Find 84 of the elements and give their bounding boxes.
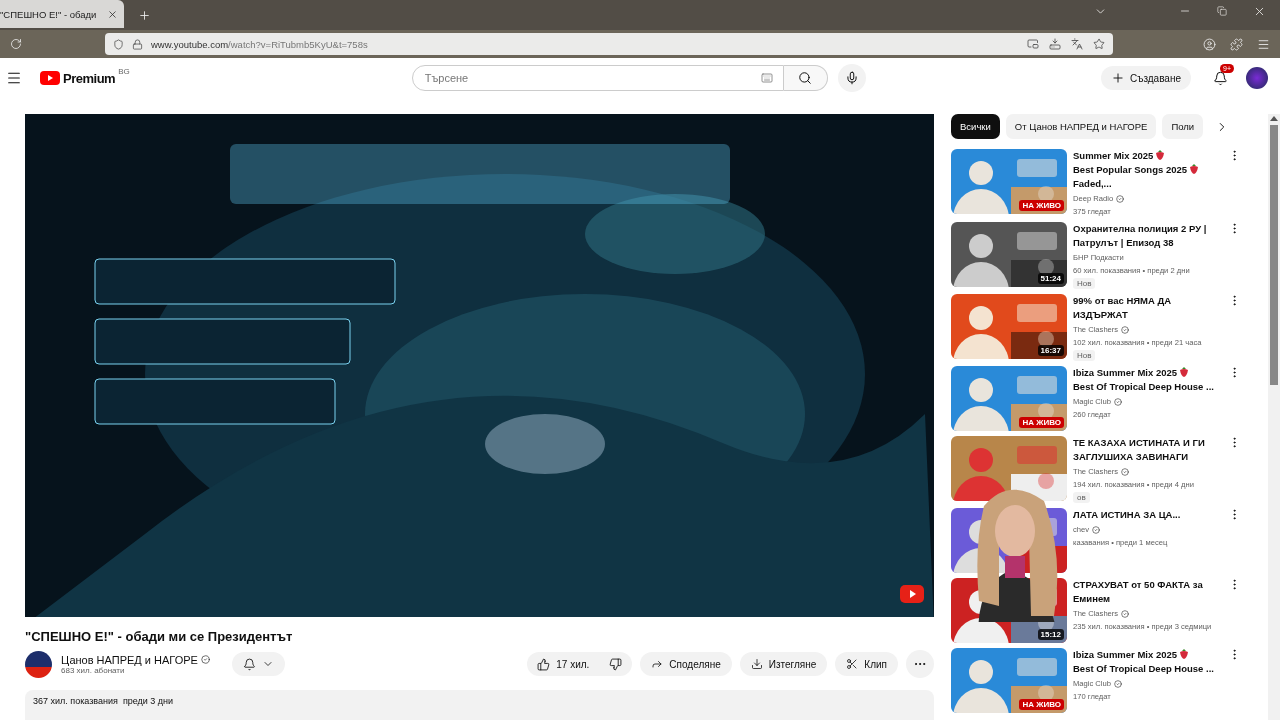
video-title[interactable]: Best Popular Songs 2025 bbox=[1073, 163, 1188, 177]
duration-badge: 51:24 bbox=[1037, 273, 1064, 284]
video-title[interactable]: Best Of Tropical Deep House ... bbox=[1073, 662, 1214, 676]
picture-in-picture-icon[interactable] bbox=[1027, 38, 1039, 50]
filter-chip[interactable]: От Цанов НАПРЕД и НАГОРЕ bbox=[1005, 114, 1157, 139]
download-button[interactable]: Изтегляне bbox=[739, 652, 828, 677]
share-button[interactable]: Споделяне bbox=[640, 652, 732, 677]
video-title[interactable]: ЛАТА ИСТИНА ЗА ЦА... bbox=[1073, 508, 1222, 522]
channel-avatar[interactable] bbox=[25, 650, 52, 678]
live-badge: НА ЖИВО bbox=[1019, 200, 1064, 211]
live-badge: НА ЖИВО bbox=[1019, 417, 1064, 428]
scrollbar[interactable] bbox=[1268, 114, 1280, 720]
shield-icon bbox=[113, 38, 124, 50]
logo-text: Premium bbox=[63, 70, 116, 86]
new-tag: Нов bbox=[1073, 350, 1096, 361]
voice-search-button[interactable] bbox=[837, 64, 866, 92]
scrollbar-thumb[interactable] bbox=[1270, 125, 1278, 385]
download-icon[interactable] bbox=[1049, 38, 1061, 50]
new-tag: Нов bbox=[1073, 278, 1096, 289]
video-title[interactable]: СТРАХУВАТ от 50 ФАКТА за Еминем bbox=[1073, 578, 1222, 606]
verified-icon bbox=[1114, 397, 1122, 406]
reload-icon[interactable] bbox=[10, 38, 22, 50]
video-title[interactable]: ТЕ КАЗАХА ИСТИНАТА И ГИ ЗАГЛУШИХА ЗАВИНАГИ bbox=[1073, 436, 1222, 464]
tab-title: "СПЕШНО Е!" - обади bbox=[0, 8, 97, 20]
filter-chip[interactable]: Всички bbox=[951, 114, 1000, 139]
action-icon bbox=[750, 658, 763, 671]
video-title[interactable]: Faded,... bbox=[1073, 177, 1112, 191]
scroll-up-icon[interactable] bbox=[1270, 116, 1278, 121]
strawberry-icon bbox=[1179, 367, 1190, 377]
duration-badge: 16:37 bbox=[1037, 345, 1064, 356]
video-title[interactable]: Ibiza Summer Mix 2025 bbox=[1073, 648, 1178, 662]
extensions-icon[interactable] bbox=[1230, 37, 1243, 51]
subscriber-count: 683 хил. абонати bbox=[61, 665, 125, 675]
browser-tab[interactable]: "СПЕШНО Е!" - обади bbox=[0, 0, 124, 28]
thumbs-up-icon bbox=[537, 657, 551, 671]
live-badge: НА ЖИВО bbox=[1019, 699, 1064, 710]
video-title[interactable]: Охранителна полиция 2 РУ | Патрулът | Епизод 38 bbox=[1073, 222, 1222, 250]
new-tag: ов bbox=[1073, 492, 1090, 503]
duration-badge: 15:12 bbox=[1037, 629, 1064, 640]
clip-button[interactable]: Клип bbox=[835, 652, 898, 677]
video-title[interactable]: Best Of Tropical Deep House ... bbox=[1073, 380, 1214, 394]
new-tab-icon[interactable] bbox=[138, 9, 151, 22]
notification-bell-button[interactable] bbox=[231, 652, 285, 677]
address-field[interactable]: www.youtube.com/watch?v=RiTubmb5KyU&t=758s bbox=[105, 33, 1113, 55]
video-title[interactable]: Ibiza Summer Mix 2025 bbox=[1073, 366, 1178, 380]
lock-icon bbox=[132, 38, 143, 50]
view-count: 367 хил. показвания преди 3 дни bbox=[25, 690, 934, 720]
strawberry-icon bbox=[1155, 150, 1166, 160]
search-placeholder: Търсене bbox=[424, 72, 469, 84]
search-icon bbox=[798, 71, 813, 85]
verified-icon bbox=[1114, 679, 1122, 688]
filter-chip[interactable]: Поли bbox=[1162, 114, 1204, 139]
bell-icon bbox=[242, 657, 256, 671]
channel-name[interactable]: Цанов НАПРЕД и НАГОРЕ bbox=[61, 653, 198, 666]
play-logo-icon[interactable] bbox=[40, 71, 60, 85]
verified-icon bbox=[1092, 525, 1101, 534]
url-text: www.youtube.com/watch?v=RiTubmb5KyU&t=758s bbox=[151, 38, 368, 50]
account-avatar[interactable] bbox=[1246, 67, 1268, 89]
star-icon[interactable] bbox=[1093, 38, 1105, 50]
microphone-icon bbox=[844, 71, 859, 85]
close-icon[interactable] bbox=[107, 8, 118, 20]
verified-icon bbox=[200, 655, 210, 665]
thumbs-down-icon bbox=[609, 657, 623, 671]
plus-icon bbox=[1110, 71, 1125, 85]
video-title[interactable]: Summer Mix 2025 bbox=[1073, 149, 1154, 163]
create-button[interactable]: Създаване bbox=[1100, 66, 1191, 90]
region-label: BG bbox=[118, 66, 130, 76]
strawberry-icon bbox=[1189, 164, 1200, 174]
verified-icon bbox=[1121, 467, 1130, 476]
play-logo-icon bbox=[900, 585, 924, 604]
video-title[interactable]: 99% от вас НЯМА ДА ИЗДЪРЖАТ bbox=[1073, 294, 1222, 322]
verified-icon bbox=[1116, 194, 1125, 203]
translate-icon[interactable] bbox=[1071, 38, 1083, 50]
video-title: "СПЕШНО Е!" - обади ми се Президентът bbox=[25, 629, 294, 645]
menu-icon[interactable] bbox=[1257, 37, 1270, 51]
verified-icon bbox=[1121, 609, 1130, 618]
notifications-icon[interactable] bbox=[1213, 70, 1228, 86]
menu-icon[interactable] bbox=[6, 70, 22, 86]
account-icon[interactable] bbox=[1203, 37, 1216, 51]
strawberry-icon bbox=[1179, 649, 1190, 659]
verified-icon bbox=[1121, 325, 1130, 334]
search-button[interactable] bbox=[783, 65, 828, 91]
action-icon bbox=[846, 658, 859, 671]
restore-icon[interactable] bbox=[1217, 6, 1227, 16]
